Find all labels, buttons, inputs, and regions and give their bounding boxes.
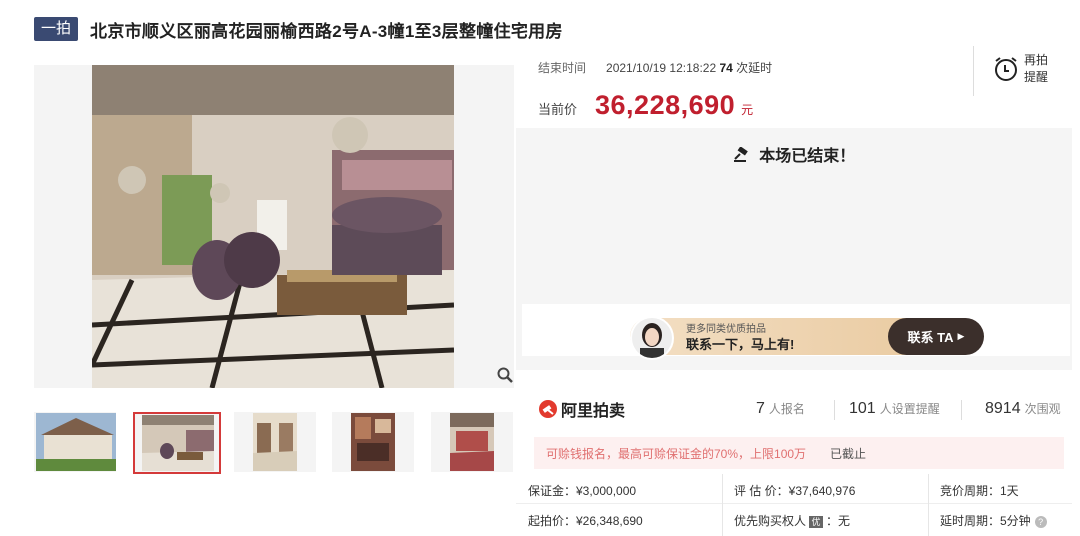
auction-ended-text: 本场已结束！ [759,148,856,165]
contact-agent-button[interactable]: 联系 TA ▶ [888,318,984,355]
deposit: 保证金：¥3,000,000 [528,484,637,498]
reminder-count: 101 人设置提醒 [849,400,940,417]
main-image-viewer[interactable] [34,65,514,388]
divider [834,400,835,420]
priority-info-icon[interactable]: 优 [809,515,824,528]
signup-count: 7 人报名 [756,400,805,417]
agent-avatar [630,316,674,360]
banner-title: 联系一下，马上有! [686,337,795,352]
divider [973,46,974,96]
divider [516,503,1072,504]
thumbnail-4[interactable] [332,412,414,472]
delay-count: 74 [719,61,733,75]
end-time-value: 2021/10/19 12:18:22 [606,61,717,75]
zoom-icon[interactable] [496,366,514,384]
end-time-row: 结束时间 2021/10/19 12:18:22 74 次延时 [538,59,772,76]
delay-cycle: 延时周期：5分钟? [940,512,1047,529]
auction-status-panel: 本场已结束！ 更多同类优质拍品 联系一下，马上有! 联系 TA ▶ [516,128,1072,370]
contact-banner: 更多同类优质拍品 联系一下，马上有! 联系 TA ▶ [522,304,1070,360]
price-unit: 元 [741,103,754,117]
thumbnail-1[interactable] [34,412,116,472]
appraisal-price: 评 估 价：¥37,640,976 [734,484,856,498]
thumbnail-strip [34,412,514,474]
re-auction-remind-button[interactable]: 再拍 提醒 [992,52,1054,86]
priority-buyer-value: ：无 [826,514,851,528]
alarm-clock-icon [995,57,1017,81]
stats-row: 阿里拍卖 7 人报名 101 人设置提醒 8914 次围观 [516,390,1072,430]
thumbnail-3[interactable] [234,412,316,472]
price-panel: 结束时间 2021/10/19 12:18:22 74 次延时 当前价 36,2… [516,46,1072,128]
ali-auction-logo-icon [539,400,557,418]
bidding-cycle: 竞价周期：1天 [940,484,1019,498]
thumbnail-2[interactable] [133,412,221,474]
divider [961,400,962,420]
page-title: 北京市顺义区丽高花园丽榆西路2号A-3幢1至3层整幢住宅用房 [90,21,563,41]
contact-button-label: 联系 TA [907,330,954,345]
help-icon[interactable]: ? [1034,515,1047,528]
remind-label-2: 提醒 [1024,70,1049,84]
priority-buyer: 优先购买权人优：无 [734,512,850,529]
title-bar: 一拍 北京市顺义区丽高花园丽榆西路2号A-3幢1至3层整幢住宅用房 [34,16,563,42]
divider [722,474,723,536]
view-count: 8914 次围观 [985,400,1061,417]
current-price-label: 当前价 [538,102,578,117]
auction-round-tag: 一拍 [34,17,79,41]
credit-notice-text: 可赊钱报名，最高可赊保证金的70%，上限100万 [546,446,807,461]
current-price-row: 当前价 36,228,690 元 [538,90,753,121]
credit-notice-status: 已截止 [830,446,867,461]
thumbnail-5[interactable] [431,412,513,472]
auction-page: 一拍 北京市顺义区丽高花园丽榆西路2号A-3幢1至3层整幢住宅用房 结束时间 2… [0,0,1080,536]
current-price: 36,228,690 [595,90,736,120]
divider [928,474,929,536]
main-photo [92,65,454,388]
auction-details: 保证金：¥3,000,000 评 估 价：¥37,640,976 竞价周期：1天… [516,474,1072,536]
credit-deposit-notice: 可赊钱报名，最高可赊保证金的70%，上限100万 已截止 [534,437,1064,469]
delay-suffix: 次延时 [736,61,773,75]
banner-subtitle: 更多同类优质拍品 [686,324,766,335]
priority-buyer-label: 优先购买权人 [734,514,807,528]
end-time-label: 结束时间 [538,61,587,75]
ali-auction-logo: 阿里拍卖 [538,397,625,421]
remind-label-1: 再拍 [1024,53,1049,67]
starting-price: 起拍价：¥26,348,690 [528,514,643,528]
logo-text: 阿里拍卖 [561,403,626,420]
play-arrow-icon: ▶ [957,331,965,341]
gavel-icon [733,146,748,162]
